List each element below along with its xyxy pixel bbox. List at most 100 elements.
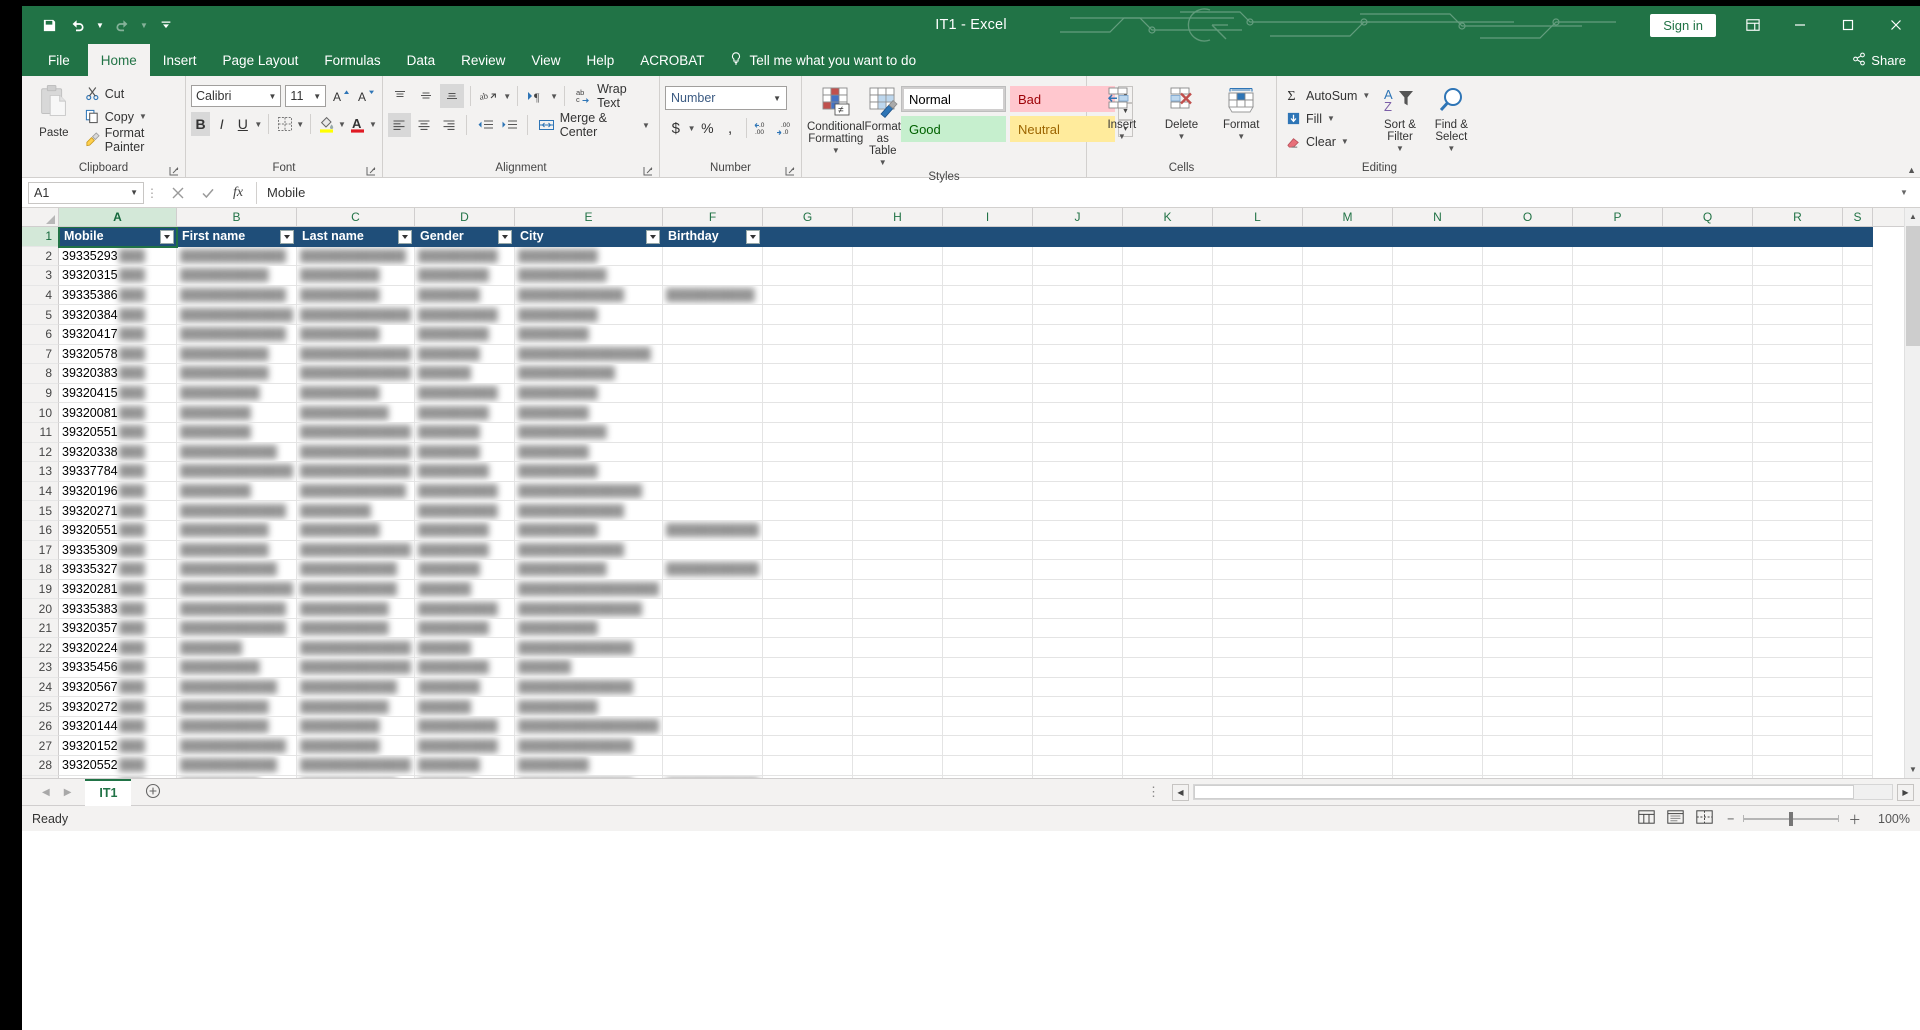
column-header-s[interactable]: S bbox=[1843, 208, 1873, 226]
row-header-20[interactable]: 20 bbox=[22, 599, 59, 619]
cell-K20[interactable] bbox=[1123, 599, 1213, 619]
clear-button[interactable]: Clear ▼ bbox=[1282, 130, 1374, 153]
cell-K10[interactable] bbox=[1123, 403, 1213, 423]
cell-F3[interactable] bbox=[663, 266, 763, 286]
cell-O18[interactable] bbox=[1483, 560, 1573, 580]
hscroll-left-icon[interactable]: ◀ bbox=[1172, 783, 1189, 801]
cell-R22[interactable] bbox=[1753, 638, 1843, 659]
cell-N19[interactable] bbox=[1393, 579, 1483, 600]
cell-D26[interactable]: █████████ bbox=[415, 716, 515, 737]
cell-D21[interactable]: ████████ bbox=[415, 618, 515, 639]
cell-M18[interactable] bbox=[1303, 560, 1393, 580]
cell-S12[interactable] bbox=[1843, 442, 1873, 463]
cell-Q27[interactable] bbox=[1663, 736, 1753, 757]
cell-L2[interactable] bbox=[1213, 246, 1303, 267]
sheet-resize-grip[interactable]: ⋮ bbox=[1139, 784, 1168, 800]
delete-cells-button[interactable]: Delete ▼ bbox=[1152, 82, 1212, 160]
cell-N16[interactable] bbox=[1393, 520, 1483, 541]
zoom-out-icon[interactable]: − bbox=[1727, 812, 1734, 826]
column-header-h[interactable]: H bbox=[853, 208, 943, 226]
restore-button[interactable] bbox=[1824, 6, 1872, 44]
cell-N26[interactable] bbox=[1393, 716, 1483, 737]
cell-H9[interactable] bbox=[853, 383, 943, 404]
cell-S13[interactable] bbox=[1843, 462, 1873, 482]
cell-G23[interactable] bbox=[763, 658, 853, 678]
cell-B3[interactable]: ██████████ bbox=[177, 266, 297, 286]
cell-A17[interactable]: 39335309 ███ bbox=[59, 540, 177, 561]
horizontal-scrollbar[interactable] bbox=[1193, 784, 1893, 800]
cell-A7[interactable]: 39320578 ███ bbox=[59, 344, 177, 365]
cell-F23[interactable] bbox=[663, 658, 763, 678]
row-header-24[interactable]: 24 bbox=[22, 677, 59, 698]
cell-J18[interactable] bbox=[1033, 560, 1123, 580]
cell-G26[interactable] bbox=[763, 716, 853, 737]
cell-O17[interactable] bbox=[1483, 540, 1573, 561]
cell-S24[interactable] bbox=[1843, 677, 1873, 698]
column-header-d[interactable]: D bbox=[415, 208, 515, 226]
cell-R21[interactable] bbox=[1753, 618, 1843, 639]
cell-S29[interactable] bbox=[1843, 775, 1873, 778]
cell-M25[interactable] bbox=[1303, 697, 1393, 717]
cell-P13[interactable] bbox=[1573, 462, 1663, 482]
font-name-combo[interactable]: Calibri ▼ bbox=[191, 85, 282, 107]
cell-R8[interactable] bbox=[1753, 364, 1843, 384]
cell-L11[interactable] bbox=[1213, 422, 1303, 443]
cell-K14[interactable] bbox=[1123, 481, 1213, 502]
cell-E26[interactable]: █████████████████ bbox=[515, 716, 663, 737]
table-header-e[interactable]: City bbox=[515, 227, 663, 247]
cell-A20[interactable]: 39335383 ███ bbox=[59, 599, 177, 619]
cell-M8[interactable] bbox=[1303, 364, 1393, 384]
cell-A28[interactable]: 39320552 ███ bbox=[59, 756, 177, 776]
font-color-button[interactable]: A bbox=[348, 112, 367, 136]
cell-Q22[interactable] bbox=[1663, 638, 1753, 659]
cell-K6[interactable] bbox=[1123, 324, 1213, 345]
cell-C9[interactable]: █████████ bbox=[297, 383, 415, 404]
name-box[interactable]: A1 ▼ bbox=[28, 181, 144, 204]
cell-P7[interactable] bbox=[1573, 344, 1663, 365]
cell-F12[interactable] bbox=[663, 442, 763, 463]
delete-dropdown-icon[interactable]: ▼ bbox=[1178, 131, 1186, 143]
conditional-formatting-dropdown-icon[interactable]: ▼ bbox=[832, 145, 840, 157]
increase-font-size-button[interactable]: A bbox=[330, 84, 351, 108]
paste-button[interactable]: Paste bbox=[27, 80, 81, 160]
cell-M27[interactable] bbox=[1303, 736, 1393, 757]
row-header-2[interactable]: 2 bbox=[22, 246, 59, 267]
cell-G6[interactable] bbox=[763, 324, 853, 345]
cell-G20[interactable] bbox=[763, 599, 853, 619]
cell-H11[interactable] bbox=[853, 422, 943, 443]
cell-A27[interactable]: 39320152 ███ bbox=[59, 736, 177, 757]
cell-A23[interactable]: 39335456 ███ bbox=[59, 658, 177, 678]
cell-S2[interactable] bbox=[1843, 246, 1873, 267]
cell-K3[interactable] bbox=[1123, 266, 1213, 286]
cell-J3[interactable] bbox=[1033, 266, 1123, 286]
cell-B7[interactable]: ██████████ bbox=[177, 344, 297, 365]
cell-R5[interactable] bbox=[1753, 305, 1843, 325]
cell-K11[interactable] bbox=[1123, 422, 1213, 443]
cell-R16[interactable] bbox=[1753, 520, 1843, 541]
row-header-3[interactable]: 3 bbox=[22, 266, 59, 286]
cell-N3[interactable] bbox=[1393, 266, 1483, 286]
column-header-b[interactable]: B bbox=[177, 208, 297, 226]
cell-R17[interactable] bbox=[1753, 540, 1843, 561]
cell-N5[interactable] bbox=[1393, 305, 1483, 325]
cell-D22[interactable]: ██████ bbox=[415, 638, 515, 659]
cell-C2[interactable]: ████████████ bbox=[297, 246, 415, 267]
cell-Q11[interactable] bbox=[1663, 422, 1753, 443]
cell-R29[interactable] bbox=[1753, 775, 1843, 778]
cell-H13[interactable] bbox=[853, 462, 943, 482]
row-header-5[interactable]: 5 bbox=[22, 305, 59, 325]
cell-I15[interactable] bbox=[943, 501, 1033, 521]
ribbon-display-options-icon[interactable] bbox=[1730, 6, 1776, 44]
cell-E18[interactable]: ██████████ bbox=[515, 560, 663, 580]
cell-F16[interactable]: ███████████ bbox=[663, 520, 763, 541]
row-header-25[interactable]: 25 bbox=[22, 697, 59, 717]
align-bottom-button[interactable] bbox=[440, 84, 465, 108]
cell-Q18[interactable] bbox=[1663, 560, 1753, 580]
last-sheet-icon[interactable]: ▶ bbox=[64, 787, 72, 798]
cell-A5[interactable]: 39320384 ███ bbox=[59, 305, 177, 325]
cell-F24[interactable] bbox=[663, 677, 763, 698]
cell-P8[interactable] bbox=[1573, 364, 1663, 384]
cell-S22[interactable] bbox=[1843, 638, 1873, 659]
cell-F21[interactable] bbox=[663, 618, 763, 639]
cell-L29[interactable] bbox=[1213, 775, 1303, 778]
